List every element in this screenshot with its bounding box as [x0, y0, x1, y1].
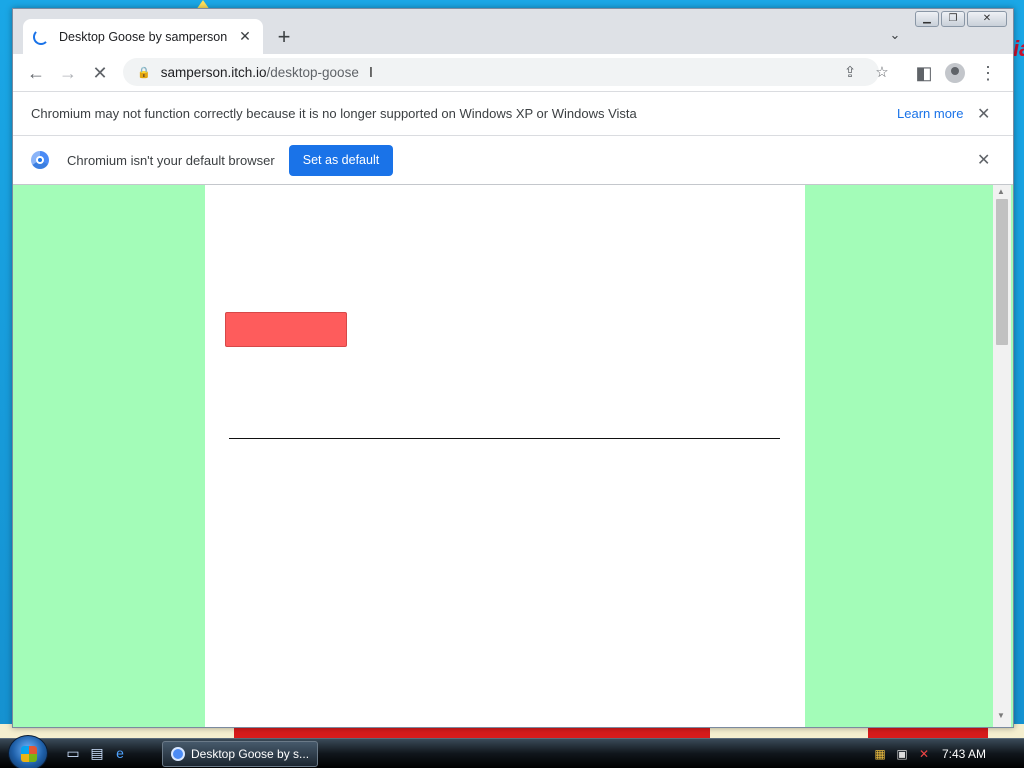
- window-controls: ▁ ❐ ✕: [915, 11, 1007, 27]
- back-arrow-icon[interactable]: ←: [23, 60, 49, 86]
- url-host: samperson.itch.io: [160, 64, 267, 80]
- windows-logo-icon: [21, 746, 37, 762]
- loading-spinner-icon: [33, 28, 49, 45]
- set-as-default-button[interactable]: Set as default: [289, 145, 393, 176]
- vertical-scrollbar[interactable]: ▲ ▼: [993, 185, 1011, 727]
- learn-more-link[interactable]: Learn more: [897, 106, 963, 121]
- url-path: /desktop-goose: [266, 64, 359, 80]
- tab-desktop-goose[interactable]: Desktop Goose by samperson ✕: [23, 19, 263, 54]
- minimize-button[interactable]: ▁: [915, 11, 939, 27]
- page-viewport: ▲ ▼: [13, 185, 1013, 727]
- taskbar-item-chromium[interactable]: Desktop Goose by s...: [162, 741, 318, 767]
- default-browser-message: Chromium isn't your default browser: [67, 152, 275, 168]
- clock[interactable]: 7:43 AM: [942, 747, 986, 761]
- show-desktop-icon[interactable]: ▭: [64, 745, 82, 761]
- internet-explorer-icon[interactable]: e: [111, 745, 129, 761]
- side-panel-icon[interactable]: ◧: [911, 60, 937, 86]
- share-icon[interactable]: ⇪: [839, 62, 861, 84]
- tab-search-icon[interactable]: ⌄: [885, 27, 905, 47]
- menu-kebab-icon[interactable]: ⋮: [975, 60, 1001, 86]
- taskbar-item-label: Desktop Goose by s...: [191, 747, 310, 761]
- browser-toolbar: ← → ✕ 🔒 samperson.itch.io /desktop-goose…: [13, 54, 1013, 91]
- profile-avatar-icon[interactable]: [945, 63, 965, 83]
- new-tab-button[interactable]: +: [271, 25, 297, 51]
- chromium-logo-icon: [31, 151, 49, 169]
- taskbar: ▭ ▤ e Desktop Goose by s... ▦ ▣ ✕ 7:43 A…: [0, 735, 1024, 768]
- browser-window: Desktop Goose by samperson ✕ + ⌄ ▁ ❐ ✕ ←…: [12, 8, 1014, 728]
- text-cursor-icon: I: [368, 63, 373, 81]
- start-button[interactable]: [8, 735, 48, 768]
- address-bar[interactable]: 🔒 samperson.itch.io /desktop-goose I ⇪ ☆: [123, 58, 889, 86]
- desktop-text-fragment: ia: [1013, 36, 1024, 61]
- scroll-up-icon[interactable]: ▲: [997, 187, 1005, 196]
- system-tray: ▦ ▣ ✕ 7:43 AM: [866, 741, 1024, 767]
- page-content-column: [205, 185, 805, 727]
- tab-title: Desktop Goose by samperson: [59, 29, 228, 44]
- unsupported-os-message: Chromium may not function correctly beca…: [31, 106, 637, 121]
- lock-icon[interactable]: 🔒: [137, 66, 151, 79]
- scrollbar-thumb[interactable]: [996, 199, 1008, 345]
- download-button[interactable]: [225, 312, 347, 347]
- switch-windows-icon[interactable]: ▤: [88, 745, 106, 761]
- close-window-button[interactable]: ✕: [967, 11, 1007, 27]
- tab-close-icon[interactable]: ✕: [237, 28, 253, 45]
- content-divider: [229, 438, 780, 439]
- infobar-close-icon[interactable]: ✕: [977, 150, 990, 170]
- infobar-close-icon[interactable]: ✕: [977, 104, 990, 124]
- scroll-down-icon[interactable]: ▼: [997, 711, 1005, 720]
- windows-update-icon[interactable]: ▦: [872, 746, 888, 762]
- tab-strip: Desktop Goose by samperson ✕ + ⌄ ▁ ❐ ✕: [13, 9, 1013, 54]
- bookmark-star-icon[interactable]: ☆: [871, 62, 893, 84]
- chromium-taskbar-icon: [171, 747, 185, 761]
- maximize-button[interactable]: ❐: [941, 11, 965, 27]
- unsupported-os-infobar: Chromium may not function correctly beca…: [13, 91, 1013, 135]
- network-icon[interactable]: ▣: [894, 746, 910, 762]
- volume-muted-icon[interactable]: ✕: [916, 746, 932, 762]
- forward-arrow-icon[interactable]: →: [55, 60, 81, 86]
- default-browser-infobar: Chromium isn't your default browser Set …: [13, 135, 1013, 185]
- stop-loading-icon[interactable]: ✕: [87, 60, 113, 86]
